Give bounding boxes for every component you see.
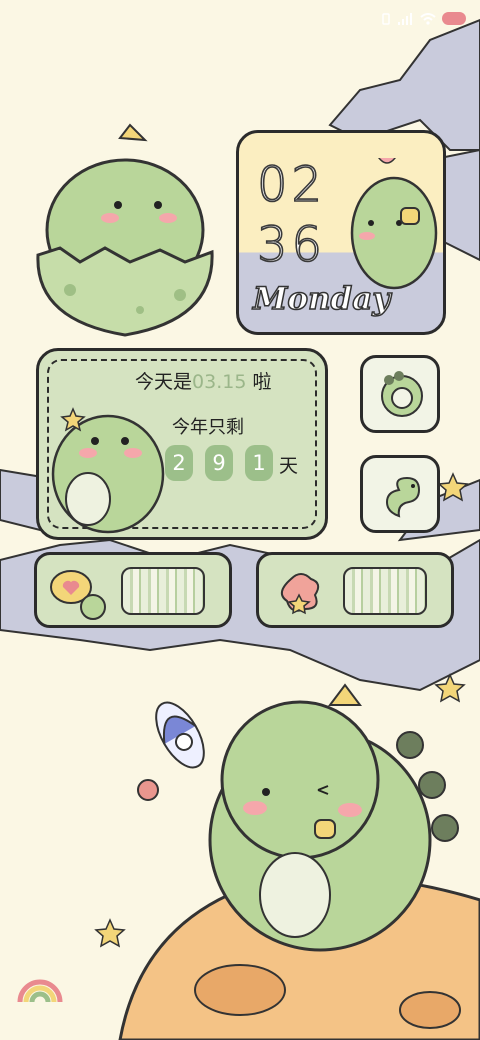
countdown-digit: 2 [165,445,193,481]
countdown-title: 今天是03.15 啦 [135,367,271,394]
clock-widget[interactable]: 02 36 Monday [236,130,446,335]
countdown-unit: 天 [279,455,299,477]
countdown-digit: 9 [205,445,233,481]
status-bar [380,12,466,25]
clock-hour: 02 [256,156,327,214]
battery-icon [442,12,466,25]
clock-minute: 36 [256,216,327,274]
countdown-digit: 1 [245,445,273,481]
app-icon-2[interactable] [360,455,440,533]
dinosaur-face-icon [381,371,423,417]
flower-icon [280,573,320,615]
countdown-widget[interactable]: 今天是03.15 啦 今年只剩 2 9 1 天 [36,348,328,540]
signal-icon [398,12,412,25]
countdown-remaining-label: 今年只剩 [172,417,244,438]
countdown-suffix: 啦 [252,371,272,393]
countdown-date: 03.15 [192,371,247,393]
clock-weekday: Monday [252,280,391,318]
app-icon-1[interactable] [360,355,440,433]
dinosaur-wand-illustration [51,407,165,534]
vibrate-icon [382,12,390,25]
mini-widget-right[interactable] [256,552,454,628]
dinosaur-body-icon [385,476,421,518]
heart-bubble-icon [50,570,106,620]
wifi-icon [420,12,436,25]
striped-panel [343,567,427,615]
striped-panel [121,567,205,615]
countdown-prefix: 今天是 [135,371,193,393]
mini-widget-left[interactable] [34,552,232,628]
